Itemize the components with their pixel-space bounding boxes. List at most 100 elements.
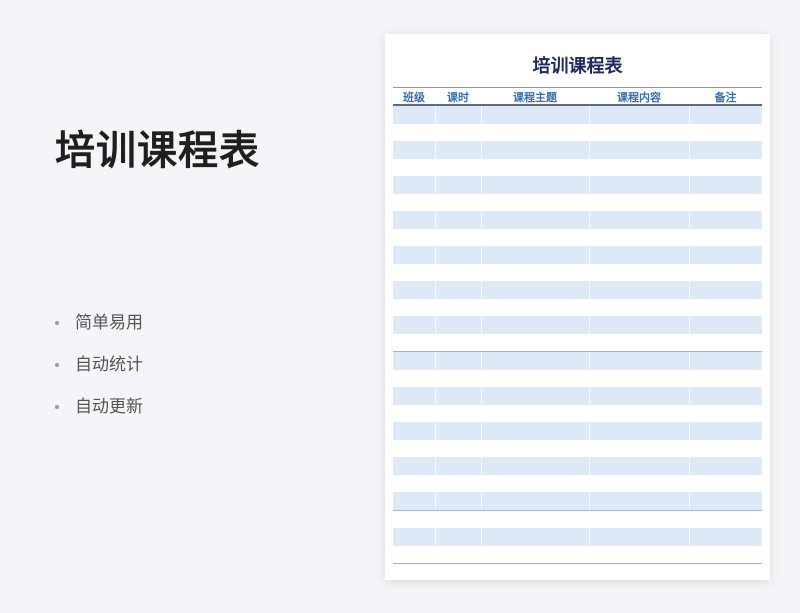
column-divider [435,404,436,422]
column-divider [435,246,436,264]
table-row [393,439,762,457]
column-divider [589,281,590,299]
column-divider [435,387,436,405]
column-divider [481,422,482,440]
column-divider [689,333,690,351]
column-divider [481,176,482,194]
column-divider [589,333,590,351]
column-divider [481,281,482,299]
column-divider [689,457,690,475]
column-divider [435,439,436,457]
table-row [393,492,762,510]
table-row [393,176,762,194]
column-divider [689,141,690,159]
column-divider [435,492,436,510]
column-divider [589,352,590,370]
column-divider [435,211,436,229]
column-divider [589,176,590,194]
column-header-hours: 课时 [447,91,469,104]
feature-label: 自动统计 [75,355,143,375]
table-row [393,263,762,281]
column-divider [435,369,436,387]
column-divider [689,263,690,281]
bullet-icon [55,363,59,367]
table-row [393,387,762,405]
table-row [393,351,762,370]
table-row [393,316,762,334]
column-divider [689,176,690,194]
column-divider [589,106,590,124]
column-divider [589,528,590,546]
feature-item: 简单易用 [55,312,143,354]
column-divider [589,158,590,176]
sheet-title: 培训课程表 [532,56,623,77]
feature-label: 简单易用 [75,313,143,333]
bullet-icon [55,321,59,325]
column-divider [589,387,590,405]
column-divider [481,298,482,316]
table-row [393,509,762,528]
column-divider [589,211,590,229]
column-divider [481,246,482,264]
column-divider [481,193,482,211]
table-bottom-rule [393,563,762,564]
column-divider [435,298,436,316]
column-divider [689,369,690,387]
column-divider [481,141,482,159]
column-divider [589,228,590,246]
column-divider [589,193,590,211]
column-divider [689,528,690,546]
table-row [393,333,762,351]
feature-item: 自动更新 [55,396,143,438]
column-divider [481,404,482,422]
column-divider [481,333,482,351]
column-divider [589,263,590,281]
column-divider [589,422,590,440]
column-divider [481,158,482,176]
table-row [393,281,762,299]
column-divider [689,211,690,229]
table-row [393,228,762,246]
table-row [393,369,762,387]
column-divider [435,474,436,492]
column-divider [481,316,482,334]
column-divider [589,457,590,475]
column-divider [481,439,482,457]
column-divider [481,387,482,405]
column-divider [481,492,482,510]
column-divider [481,263,482,281]
column-divider [689,474,690,492]
column-divider [689,123,690,141]
table-row [393,211,762,229]
column-divider [689,492,690,510]
column-divider [589,123,590,141]
column-divider [435,263,436,281]
column-divider [435,510,436,528]
column-divider [689,246,690,264]
column-divider [481,457,482,475]
column-divider [435,422,436,440]
feature-item: 自动统计 [55,354,143,396]
column-divider [481,474,482,492]
column-divider [689,404,690,422]
column-divider [589,492,590,510]
table-row [393,246,762,264]
column-divider [481,510,482,528]
column-divider [435,457,436,475]
column-divider [481,123,482,141]
bullet-icon [55,405,59,409]
table-row [393,158,762,176]
table-row [393,141,762,159]
column-divider [689,352,690,370]
table-row [393,123,762,141]
feature-label: 自动更新 [75,397,143,417]
column-divider [435,352,436,370]
column-divider [435,316,436,334]
column-divider [481,352,482,370]
table-header: 班级 课时 课程主题 课程内容 备注 [393,87,762,106]
column-divider [481,369,482,387]
table-row [393,545,762,563]
table-row [393,422,762,440]
column-divider [481,106,482,124]
column-divider [589,246,590,264]
